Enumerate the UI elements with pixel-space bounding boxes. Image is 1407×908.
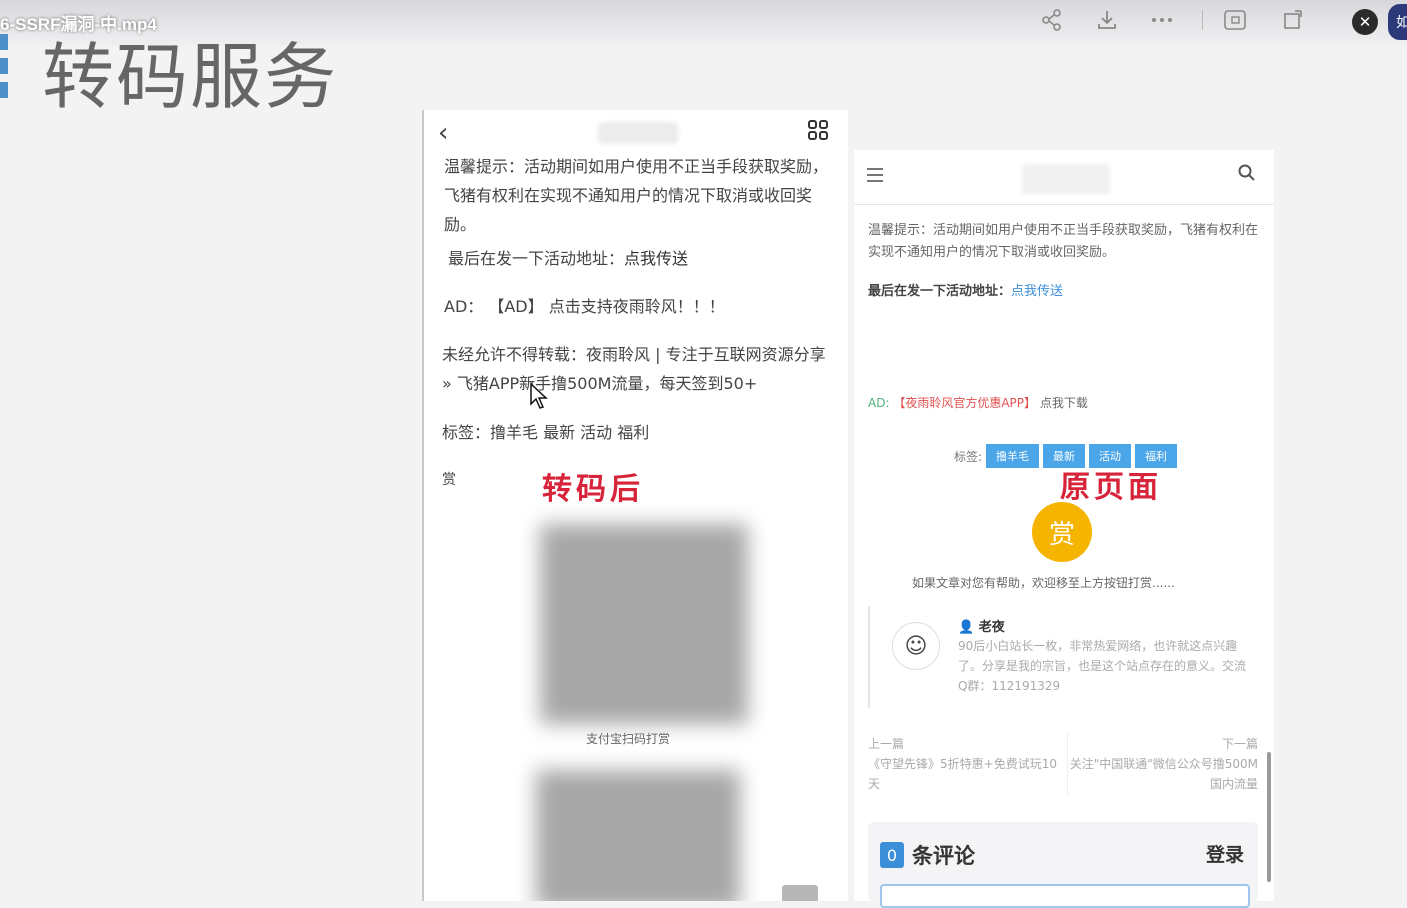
ad-text[interactable]: 【夜雨聆风官方优惠APP】 [893,396,1036,410]
tags-label: 标签: [954,449,983,464]
comment-input[interactable] [880,884,1250,908]
author-bio: 90后小白站长一枚，非常热爱网络，也许就这点兴趣了。分享是我的宗旨，也是这个站点… [958,639,1247,693]
ad-line: AD: 【夜雨聆风官方优惠APP】 点我下载 [868,394,1088,411]
tags-line: 标签：撸羊毛 最新 活动 福利 [442,423,650,442]
comment-section: 0 条评论 登录 [868,822,1258,908]
activity-prefix: 最后在发一下活动地址： [868,284,1012,299]
next-label: 下一篇 [1221,737,1258,751]
alipay-qr-code [540,524,748,724]
close-icon[interactable]: ✕ [1352,9,1378,35]
notice-paragraph: 温馨提示：活动期间如用户使用不正当手段获取奖励，飞猪有权利在实现不通知用户的情况… [444,157,829,234]
comment-count-badge: 0 [880,842,904,868]
header-divider [854,204,1274,205]
scroll-top-button[interactable] [782,885,818,901]
prev-title: 《守望先锋》5折特惠+免费试玩10天 [868,757,1057,791]
download-icon[interactable] [1093,6,1121,34]
back-icon[interactable]: ‹ [438,118,448,148]
blurred-site-logo [1022,164,1110,194]
hamburger-menu-icon[interactable] [866,164,884,188]
mouse-cursor-icon [529,382,549,416]
reward-message: 如果文章对您有帮助，欢迎移至上方按钮打赏...... [912,576,1175,590]
prev-post-link[interactable]: 上一篇 《守望先锋》5折特惠+免费试玩10天 [868,734,1058,794]
activity-link[interactable]: 点我传送 [624,249,688,268]
qr-caption: 支付宝扫码打赏 [586,732,671,746]
original-page-panel: 温馨提示：活动期间如用户使用不正当手段获取奖励，飞猪有权利在实现不通知用户的情况… [854,150,1274,908]
notice-paragraph: 温馨提示：活动期间如用户使用不正当手段获取奖励，飞猪有权利在实现不通知用户的情况… [868,223,1259,260]
avatar[interactable]: 如 [1388,4,1407,40]
screenshot-icon[interactable] [1221,6,1249,34]
transcoded-page-header: ‹ [424,110,848,154]
pip-icon[interactable] [1278,6,1306,34]
author-avatar: ☺ [892,622,940,670]
search-icon[interactable] [1238,164,1256,187]
activity-link[interactable]: 点我传送 [1011,284,1063,299]
comment-label: 条评论 [912,844,975,868]
login-button[interactable]: 登录 [1206,840,1244,867]
annotation-after-transcode: 转码后 [542,472,644,507]
author-name-text: 老夜 [978,620,1005,635]
wechat-qr-code [536,770,740,901]
share-icon[interactable] [1038,6,1066,34]
next-title: 关注"中国联通"微信公众号撸500M国内流量 [1069,757,1258,791]
logo-mark [0,34,8,104]
grid-menu-icon[interactable] [808,120,828,145]
toolbar-divider [1202,10,1203,30]
author-card: ☺ 👤 老夜 90后小白站长一枚，非常热爱网络，也许就这点兴趣了。分享是我的宗旨… [868,606,1260,708]
ad-download-link[interactable]: 点我下载 [1040,396,1088,410]
annotation-original-page: 原页面 [1060,470,1162,505]
ad-line[interactable]: AD： 【AD】 点击支持夜雨聆风！！！ [444,292,829,321]
scrollbar[interactable] [1267,752,1271,882]
next-post-link[interactable]: 下一篇 关注"中国联通"微信公众号撸500M国内流量 [1067,734,1258,794]
activity-address-line: 最后在发一下活动地址：点我传送 [868,281,1258,303]
more-icon[interactable] [1148,6,1176,34]
blurred-page-title [598,122,678,144]
author-name: 👤 老夜 [958,616,1005,635]
activity-prefix: 最后在发一下活动地址： [448,249,625,268]
copyright-notice: 未经允许不得转载：夜雨聆风 | 专注于互联网资源分享 » 飞猪APP新手撸500… [442,345,826,393]
transcoded-page-panel: ‹ 温馨提示：活动期间如用户使用不正当手段获取奖励，飞猪有权利在实现不通知用户的… [422,110,848,901]
user-icon: 👤 [958,620,975,635]
ad-label: AD: [868,396,890,410]
activity-address-line: 最后在发一下活动地址：点我传送 [448,244,833,273]
slide-title: 转码服务 [42,35,339,119]
tag-item[interactable]: 撸羊毛 [986,444,1040,468]
prev-label: 上一篇 [868,737,905,751]
reward-button[interactable]: 赏 [1032,502,1092,562]
